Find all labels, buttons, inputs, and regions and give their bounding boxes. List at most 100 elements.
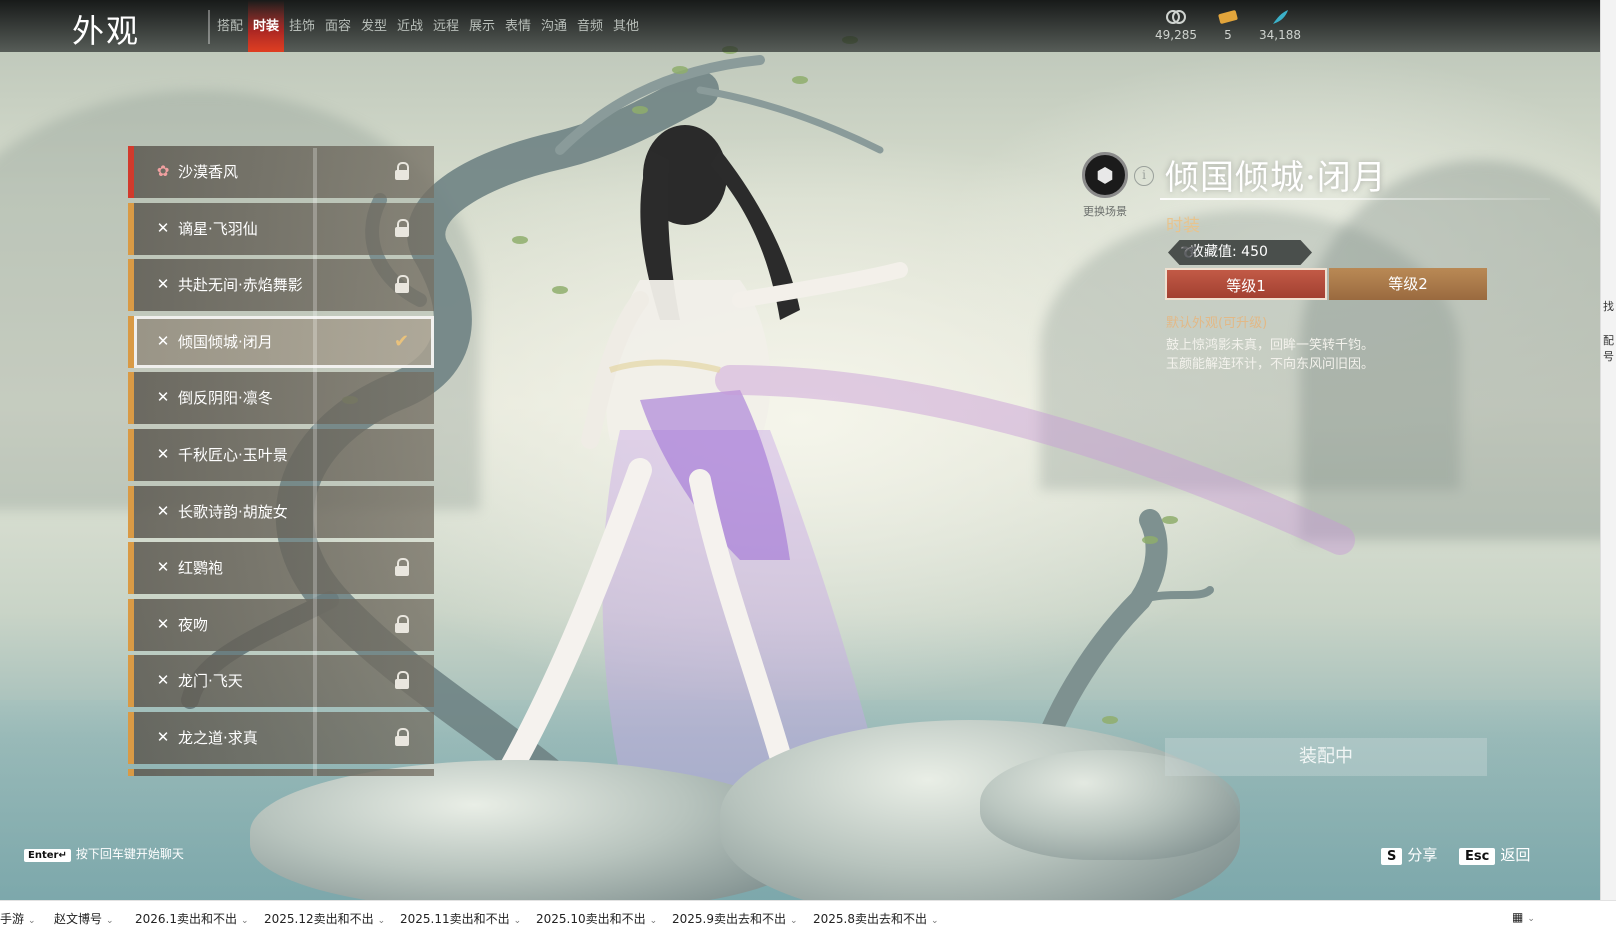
tab-outfit-preset[interactable]: 搭配 xyxy=(212,0,248,52)
share-key-badge: S xyxy=(1381,848,1403,865)
outfit-item[interactable]: ✕ 共赴无间·赤焰舞影 xyxy=(128,259,434,312)
outfit-list: ✿ 沙漠香风 ✕ 谪星·飞羽仙 ✕ 共赴无间·赤焰舞影 ✕ 倾国倾城·闭月 ✔ … xyxy=(128,146,438,776)
back-label: 返回 xyxy=(1500,846,1531,864)
back-button[interactable]: Esc 返回 xyxy=(1459,844,1530,865)
outfit-name: 倒反阴阳·凛冬 xyxy=(178,389,273,408)
outfit-name: 长歌诗韵·胡旋女 xyxy=(178,502,288,521)
level-note: 默认外观(可升级) xyxy=(1166,316,1268,331)
outfit-item[interactable]: ✕ 谪星·飞羽仙 xyxy=(128,202,434,255)
lock-icon xyxy=(394,727,410,748)
title-divider xyxy=(208,10,210,44)
chevron-down-icon: ⌄ xyxy=(28,916,36,926)
chevron-down-icon: ⌄ xyxy=(790,916,798,926)
chevron-down-icon: ⌄ xyxy=(1527,914,1535,924)
tab-ranged[interactable]: 远程 xyxy=(428,0,464,52)
outfit-item[interactable]: ✕ 长歌诗韵·胡旋女 xyxy=(128,485,434,538)
sheet-tab[interactable]: 2025.9卖出去和不出 ⌄ xyxy=(672,910,798,927)
outfit-item[interactable]: ✕ 夜吻 xyxy=(128,598,434,651)
currency-spiral-value: 49,285 xyxy=(1155,28,1197,42)
sheet-tab-label: 2025.10卖出和不出 xyxy=(536,912,646,926)
outfit-name: 龙门·飞天 xyxy=(178,672,243,691)
sheet-tab[interactable]: 2025.8卖出去和不出 ⌄ xyxy=(813,910,939,927)
share-button[interactable]: S 分享 xyxy=(1381,844,1437,865)
outfit-item-partial[interactable] xyxy=(128,768,434,776)
tab-emote[interactable]: 表情 xyxy=(500,0,536,52)
change-scene-button[interactable]: ⬢ xyxy=(1082,152,1128,198)
chevron-down-icon: ⌄ xyxy=(649,916,658,926)
cross-flower-icon: ✕ xyxy=(156,275,170,294)
cross-flower-icon: ✕ xyxy=(156,671,170,690)
outfit-item[interactable]: ✕ 红鹦袍 xyxy=(128,542,434,595)
sheet-tab-label: 2025.12卖出和不出 xyxy=(264,912,374,926)
tab-communicate[interactable]: 沟通 xyxy=(536,0,572,52)
lock-icon xyxy=(394,671,410,691)
lock-icon xyxy=(394,614,410,635)
tab-melee[interactable]: 近战 xyxy=(392,0,428,52)
outfit-title: 倾国倾城·闭月 xyxy=(1165,158,1387,198)
sheet-tab[interactable]: 2025.12卖出和不出 ⌄ xyxy=(264,910,385,927)
sheet-tab-label: 2025.9卖出去和不出 xyxy=(672,912,786,926)
view-toggle[interactable]: ▦ ⌄ xyxy=(1512,910,1535,924)
outfit-item[interactable]: ✕ 千秋匠心·玉叶景 xyxy=(128,428,434,481)
outfit-item[interactable]: ✕ 倒反阴阳·凛冬 xyxy=(128,372,434,425)
sheet-tab-label: 2025.11卖出和不出 xyxy=(400,912,510,926)
outfit-item[interactable]: ✕ 龙门·飞天 xyxy=(128,655,434,708)
level-selector: 等级1 等级2 xyxy=(1165,268,1487,300)
top-bar: 外观 搭配 时装 挂饰 面容 发型 近战 远程 展示 表情 沟通 音频 其他 4… xyxy=(0,0,1600,52)
change-scene-label: 更换场景 xyxy=(1083,205,1127,218)
sheet-tab[interactable]: 2025.11卖出和不出 ⌄ xyxy=(400,910,521,927)
sheet-tab[interactable]: 2026.1卖出和不出 ⌄ xyxy=(135,910,249,927)
outfit-item[interactable]: ✿ 沙漠香风 xyxy=(128,146,434,198)
collection-value-text: 收藏值: 450 xyxy=(1190,244,1268,260)
sheet-tab-label: 2026.1卖出和不出 xyxy=(135,912,237,926)
info-icon[interactable]: i xyxy=(1134,166,1154,186)
lock-icon xyxy=(394,558,410,578)
outfit-name: 倾国倾城·闭月 xyxy=(178,332,273,351)
outfit-name: 千秋匠心·玉叶景 xyxy=(178,445,288,464)
chevron-down-icon: ⌄ xyxy=(513,916,522,926)
outfit-category: 时装 xyxy=(1166,216,1200,236)
enter-key-badge: Enter↵ xyxy=(24,849,71,862)
sheet-tab[interactable]: 赵文博号 ⌄ xyxy=(54,910,114,927)
cube-icon: ⬢ xyxy=(1096,163,1114,187)
share-label: 分享 xyxy=(1407,846,1438,864)
grid-icon: ▦ xyxy=(1512,910,1524,924)
description-line: 鼓上惊鸿影未真，回眸一笑转千钧。 xyxy=(1166,338,1375,353)
flower-icon: ✿ xyxy=(156,162,170,180)
title-underline xyxy=(1160,198,1550,200)
cross-flower-icon: ✕ xyxy=(156,727,170,746)
tab-audio[interactable]: 音频 xyxy=(572,0,608,52)
lock-icon xyxy=(394,162,410,182)
sheet-tab[interactable]: 2025.10卖出和不出 ⌄ xyxy=(536,910,657,927)
outfit-item[interactable]: ✕ 龙之道·求真 xyxy=(128,711,434,764)
lock-icon xyxy=(394,218,410,239)
check-icon: ✔ xyxy=(394,330,410,352)
page-title: 外观 xyxy=(72,12,141,50)
collection-value-badge: ➰ 收藏值: 450 xyxy=(1168,240,1312,265)
tab-fashion[interactable]: 时装 xyxy=(248,0,284,52)
chevron-down-icon: ⌄ xyxy=(377,916,386,926)
tab-face[interactable]: 面容 xyxy=(320,0,356,52)
currency-feather: 34,188 xyxy=(1245,8,1315,42)
chevron-down-icon: ⌄ xyxy=(106,916,114,926)
currency-feather-value: 34,188 xyxy=(1259,28,1301,42)
chat-hint-text: 按下回车键开始聊天 xyxy=(75,847,184,861)
tab-hair[interactable]: 发型 xyxy=(356,0,392,52)
sheet-tab[interactable]: 手游 ⌄ xyxy=(0,910,36,927)
equipped-button[interactable]: 装配中 xyxy=(1165,738,1487,776)
chevron-down-icon: ⌄ xyxy=(241,916,249,926)
list-scrollbar[interactable] xyxy=(313,148,317,776)
tab-display[interactable]: 展示 xyxy=(464,0,500,52)
tab-accessory[interactable]: 挂饰 xyxy=(284,0,320,52)
outfit-name: 夜吻 xyxy=(178,615,209,634)
currency-ticket-value: 5 xyxy=(1224,28,1232,42)
tab-other[interactable]: 其他 xyxy=(608,0,644,52)
esc-key-badge: Esc xyxy=(1459,848,1496,865)
outfit-name: 沙漠香风 xyxy=(178,163,239,181)
level-1-tab[interactable]: 等级1 xyxy=(1165,268,1327,300)
cross-flower-icon: ✕ xyxy=(156,331,170,350)
level-2-tab[interactable]: 等级2 xyxy=(1329,268,1487,300)
outfit-name: 谪星·飞羽仙 xyxy=(178,219,258,238)
sheet-tab-bar: 手游 ⌄ 赵文博号 ⌄ 2026.1卖出和不出 ⌄ 2025.12卖出和不出 ⌄ 202… xyxy=(0,900,1616,939)
outfit-item-selected[interactable]: ✕ 倾国倾城·闭月 ✔ xyxy=(128,315,434,368)
